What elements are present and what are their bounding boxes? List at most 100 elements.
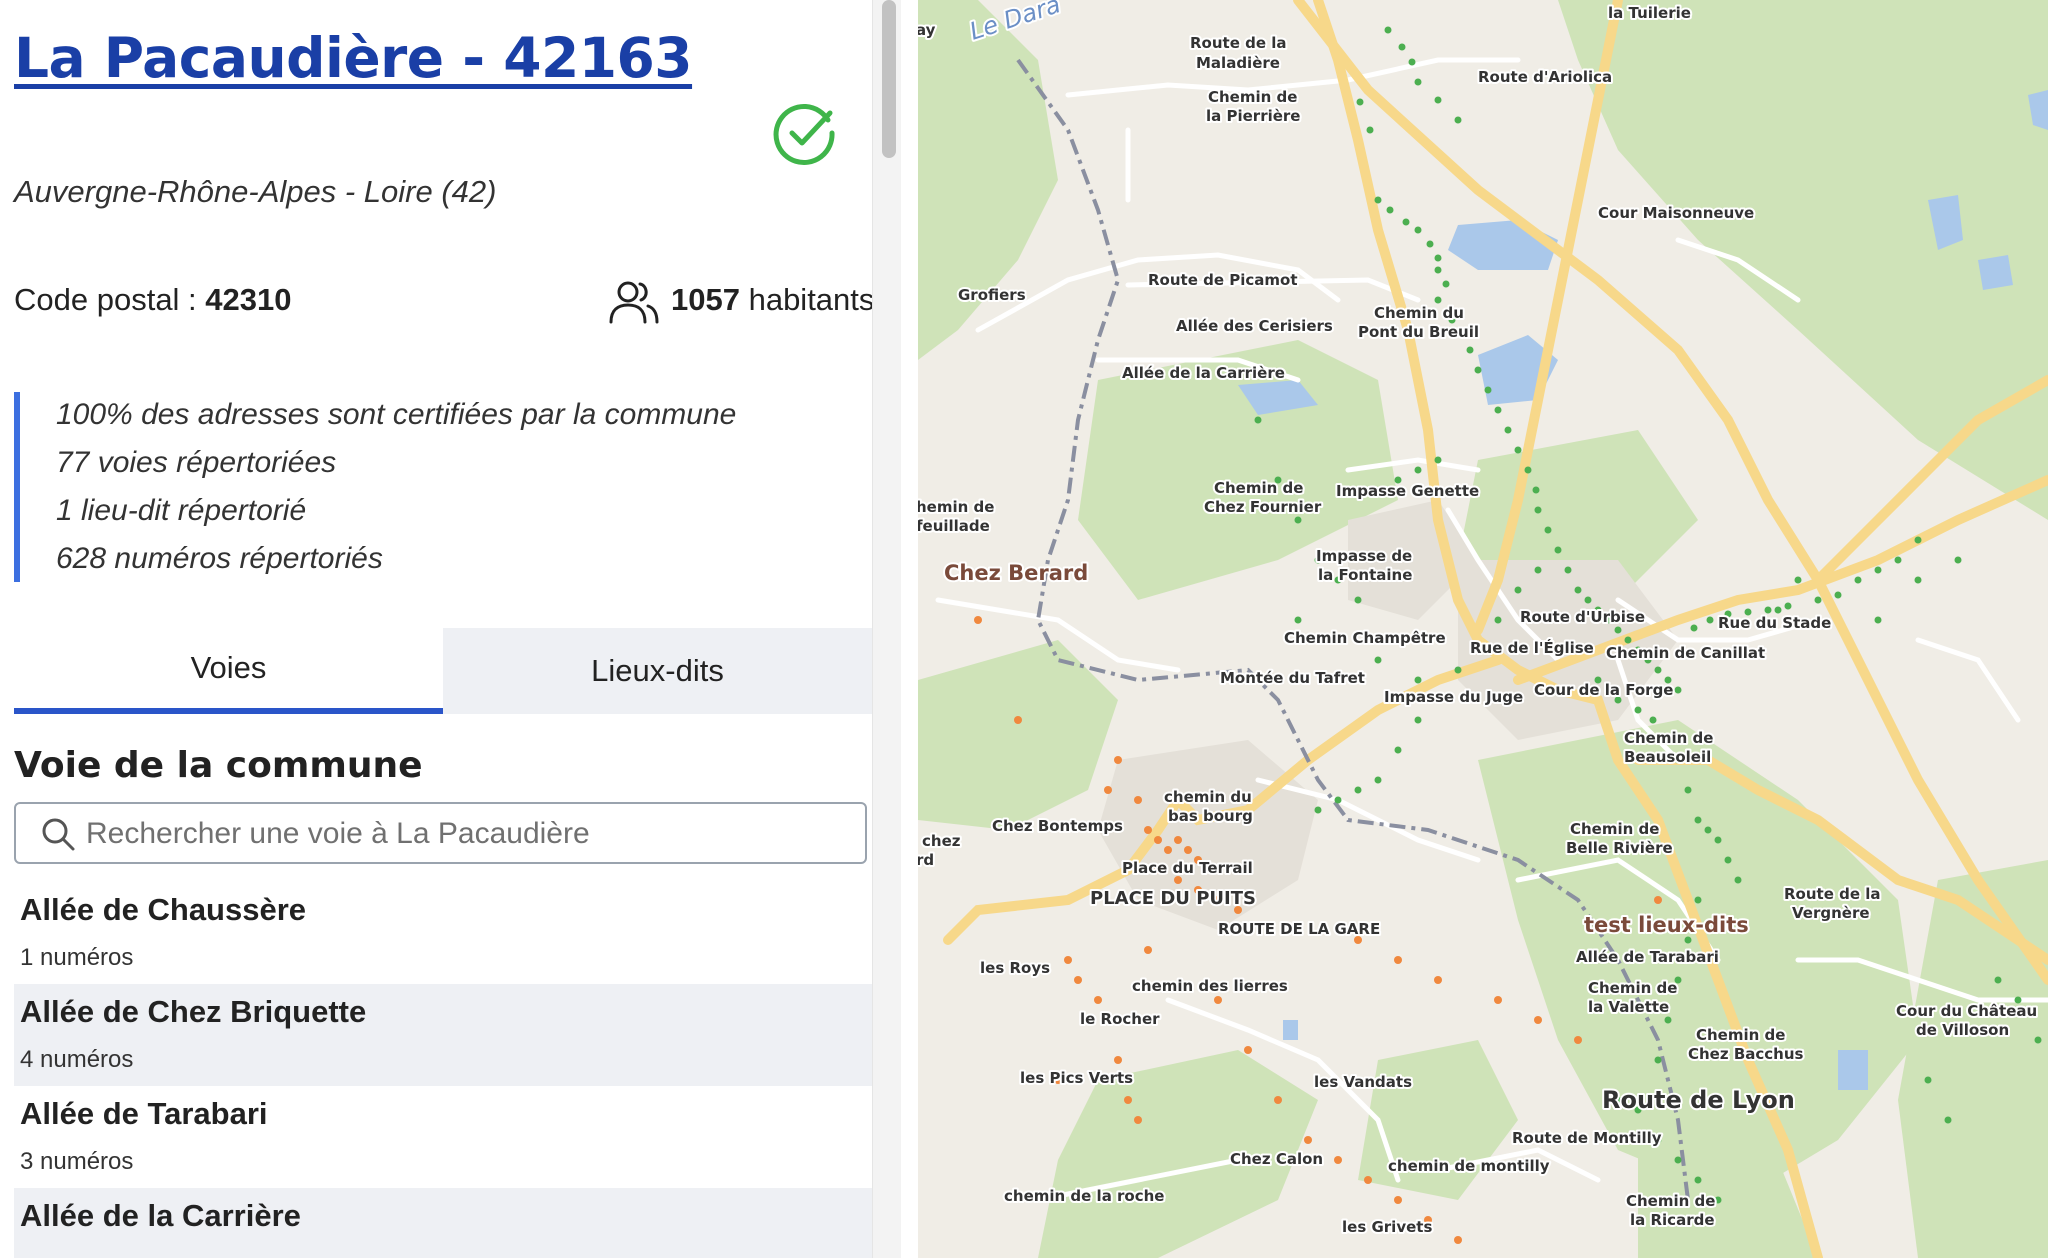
map-label: Chemin de (1214, 479, 1303, 497)
map-label: les Roys (980, 959, 1050, 977)
map-label: Chemin de (1588, 979, 1677, 997)
map-label: Chez Bontemps (992, 817, 1123, 835)
map-label: la Fontaine (1318, 566, 1412, 584)
map-label: Rue du Stade (1718, 614, 1831, 632)
map-label: Cour du Château (1896, 1002, 2037, 1020)
map-label: Beausoleil (1624, 748, 1711, 766)
map-label: rd (918, 851, 934, 869)
list-item[interactable]: Allée de Tarabari 3 numéros (14, 1086, 872, 1188)
postal-code-value: 42310 (205, 282, 292, 317)
map-label: Grofiers (958, 286, 1026, 304)
voie-count: 4 numéros (20, 1046, 134, 1073)
map-label: Route de la (1190, 34, 1287, 52)
population-label: habitants (739, 282, 875, 317)
search-icon (42, 818, 75, 851)
map-label-route-lyon: Route de Lyon (1602, 1086, 1795, 1114)
map-label: Impasse Genette (1336, 482, 1479, 500)
map-label: feuillade (918, 517, 990, 535)
map-label: Impasse de (1316, 547, 1412, 565)
check-circle-icon (773, 104, 835, 165)
map-label: les Grivets (1342, 1218, 1432, 1236)
map-label: Pont du Breuil (1358, 323, 1479, 341)
stat-numeros: 628 numéros répertoriés (56, 542, 383, 575)
voie-count: 1 numéros (20, 944, 134, 971)
map-label: Route d'Urbise (1520, 608, 1645, 626)
map-label: Chemin du (1374, 304, 1464, 322)
map-label-la-tuilerie: la Tuilerie (1608, 4, 1691, 22)
map-label: Chemin de (1626, 1192, 1715, 1210)
map-label: Chemin Champêtre (1284, 629, 1446, 647)
map-label: Chemin de (1624, 729, 1713, 747)
map-label: chez (922, 832, 961, 850)
tab-lieux-dits[interactable]: Lieux-dits (443, 628, 872, 714)
map-label: la Ricarde (1630, 1211, 1715, 1229)
map-label: chemin de la roche (1004, 1187, 1164, 1205)
region-label: Auvergne-Rhône-Alpes - Loire (42) (14, 174, 497, 209)
map-label: bas bourg (1168, 807, 1253, 825)
map-label: Impasse du Juge (1384, 688, 1523, 706)
sidebar-scrollbar[interactable] (872, 0, 901, 1258)
map-label: chemin du (1164, 788, 1252, 806)
map-label: Allée des Cerisiers (1176, 317, 1333, 335)
map-label: ROUTE DE LA GARE (1218, 920, 1380, 938)
page-title[interactable]: La Pacaudière - 42163 (14, 26, 693, 90)
voie-name: Allée de Tarabari (20, 1096, 268, 1131)
map-view[interactable]: Le Dara ay la Tuilerie Route de la Malad… (918, 0, 2048, 1258)
postal-code-label: Code postal : (14, 282, 206, 317)
map-label: les Pics Verts (1020, 1069, 1133, 1087)
population: 1057 habitants (671, 282, 874, 318)
map-label: Chez Calon (1230, 1150, 1323, 1168)
tab-voies[interactable]: Voies (14, 628, 443, 714)
search-input[interactable] (84, 810, 858, 858)
address-stats: 100% des adresses sont certifiées par la… (14, 392, 875, 582)
map-label: la Pierrière (1206, 107, 1300, 125)
map-label: Route de Picamot (1148, 271, 1298, 289)
map-label: Allée de Tarabari (1576, 948, 1719, 966)
population-value: 1057 (671, 282, 740, 317)
voie-count: 3 numéros (20, 1148, 134, 1175)
map-label-ay: ay (918, 21, 936, 39)
map-label-test-lieux-dits: test lieux-dits (1584, 913, 1749, 937)
map-label: Rue de l'Église (1470, 638, 1594, 657)
map-label: Chez Bacchus (1688, 1045, 1804, 1063)
map-label: Chemin de (1570, 820, 1659, 838)
list-item[interactable]: Allée de Chez Briquette 4 numéros (14, 984, 872, 1086)
map-label: la Valette (1588, 998, 1669, 1016)
map-label: de Villoson (1916, 1021, 2009, 1039)
map-label: Allée de la Carrière (1122, 364, 1285, 382)
voie-list: Allée de Chaussère 1 numéros Allée de Ch… (14, 882, 872, 1258)
voies-section-title: Voie de la commune (14, 745, 423, 786)
map-label: Belle Rivière (1566, 839, 1673, 857)
list-item[interactable]: Allée de Chaussère 1 numéros (14, 882, 872, 984)
map-label: Montée du Tafret (1220, 669, 1365, 687)
users-icon (609, 281, 659, 324)
map-label: Cour de la Forge (1534, 681, 1673, 699)
search-box (14, 802, 867, 864)
voie-name: Allée de Chaussère (20, 892, 307, 927)
map-label: les Vandats (1314, 1073, 1412, 1091)
map-label: Route d'Ariolica (1478, 68, 1612, 86)
list-item[interactable]: Allée de la Carrière (14, 1188, 872, 1258)
voie-name: Allée de Chez Briquette (20, 994, 367, 1029)
map-label: Chez Fournier (1204, 498, 1322, 516)
map-label: chemin des lierres (1132, 977, 1288, 995)
map-label: Chemin de (1696, 1026, 1785, 1044)
map-label: Chemin de Canillat (1606, 644, 1765, 662)
map-label: PLACE DU PUITS (1090, 888, 1256, 909)
map-label: Route de la (1784, 885, 1881, 903)
map-label: Vergnère (1792, 904, 1870, 922)
map-label: chemin de montilly (1388, 1157, 1550, 1175)
map-label: le Rocher (1080, 1010, 1160, 1028)
voie-name: Allée de la Carrière (20, 1198, 301, 1233)
map-label-chez-berard: Chez Berard (944, 561, 1088, 585)
stat-voies: 77 voies répertoriées (56, 446, 337, 479)
stat-certified: 100% des adresses sont certifiées par la… (56, 398, 737, 431)
map-label: Place du Terrail (1122, 859, 1253, 877)
stat-lieux-dits: 1 lieu-dit répertorié (56, 494, 307, 527)
map-label: hemin de (918, 498, 994, 516)
map-label: Maladière (1196, 54, 1280, 72)
tabs: Voies Lieux-dits (14, 628, 872, 714)
map-canvas[interactable]: Le Dara ay la Tuilerie Route de la Malad… (918, 0, 2048, 1258)
sidebar-scrollbar-thumb[interactable] (882, 0, 896, 158)
commune-sidebar: La Pacaudière - 42163 Auvergne-Rhône-Alp… (0, 0, 882, 1258)
